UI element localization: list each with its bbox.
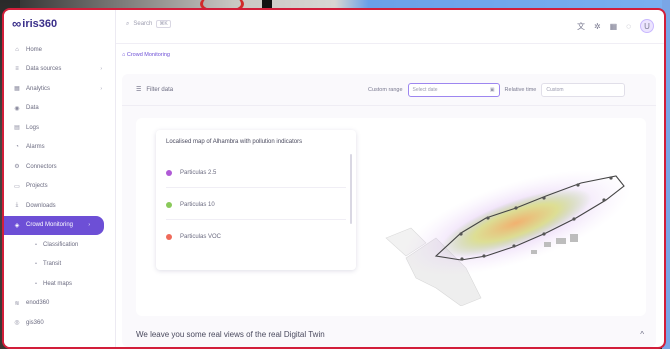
sidebar-item-label: Crowd Monitoring <box>26 222 74 229</box>
sidebar-item-label: Logs <box>26 124 40 131</box>
sidebar-item-alarms[interactable]: ◔ Alarms <box>4 138 116 158</box>
legend-item[interactable]: Particulas VOC <box>166 222 346 252</box>
sidebar-item-label: Home <box>26 46 43 53</box>
sidebar-item-data[interactable]: ◉ Data <box>4 99 116 119</box>
sidebar-item-icon: ◔ <box>15 144 19 151</box>
legend-item-label: Particulas VOC <box>180 234 222 240</box>
sidebar-item-icon: ◈ <box>14 222 20 229</box>
avatar[interactable]: U <box>640 19 654 33</box>
custom-range-label: Custom range <box>368 86 403 93</box>
sidebar-item-icon: • <box>35 261 37 268</box>
breadcrumb-label: Crowd Monitoring <box>126 52 170 58</box>
sidebar-item-label: Projects <box>26 183 48 190</box>
search-placeholder: Search <box>133 21 153 27</box>
sidebar-item-label: Data <box>26 105 39 112</box>
sidebar-item-label: Data sources <box>26 66 62 73</box>
filter-icon: ☰ <box>136 87 142 93</box>
sidebar-item-label: Classification <box>43 241 79 248</box>
sidebar-item-connectors[interactable]: ⚙ Connectors <box>4 157 116 177</box>
translate-icon[interactable]: 文 <box>577 21 585 32</box>
sidebar-item-heat-maps[interactable]: • Heat maps <box>4 274 116 294</box>
search-icon: ⌕ <box>126 20 130 27</box>
legend-item[interactable]: Particulas 2.5 <box>166 158 346 188</box>
sidebar-item-icon: ◎ <box>14 320 20 327</box>
sidebar-item-icon: ▤ <box>14 125 20 132</box>
sidebar-item-analytics[interactable]: ▦ Analytics › <box>4 79 116 99</box>
sidebar-item-icon: • <box>35 280 37 287</box>
sidebar-item-projects[interactable]: ▭ Projects <box>4 177 116 197</box>
legend-title: Localised map of Alhambra with pollution… <box>166 139 303 145</box>
filter-label: Filter data <box>146 86 174 93</box>
digital-twin-section-header[interactable]: We leave you some real views of the real… <box>136 323 656 345</box>
search-shortcut: ⌘K <box>156 20 171 28</box>
calendar-icon: ▣ <box>489 86 495 93</box>
map-card: Localised map of Alhambra with pollution… <box>136 118 646 316</box>
sidebar-item-label: Connectors <box>26 163 57 170</box>
chevron-right-icon: › <box>100 66 102 73</box>
legend-dot <box>166 201 172 208</box>
date-input-placeholder: Select date <box>412 86 438 93</box>
date-input[interactable]: Select date ▣ <box>407 82 500 97</box>
main-content: ☰ Filter data Custom range Select date ▣… <box>122 74 656 347</box>
sidebar-item-logs[interactable]: ▤ Logs <box>4 118 116 138</box>
legend-item-label: Particulas 10 <box>180 201 215 208</box>
breadcrumb[interactable]: ⌂ Crowd Monitoring <box>122 52 170 58</box>
chevron-right-icon: › <box>100 85 102 92</box>
pollution-map[interactable] <box>366 138 636 306</box>
sidebar-item-classification[interactable]: • Classification <box>4 235 116 255</box>
legend-dot <box>166 234 172 240</box>
sidebar-nav: ⌂ Home ≡ Data sources › ▦ Analytics › ◉ Data ▤ Logs… <box>4 40 116 333</box>
sidebar-item-transit[interactable]: • Transit <box>4 255 116 275</box>
relative-time-label: Relative time <box>504 86 537 93</box>
grid-icon[interactable]: ▦ <box>610 22 618 31</box>
sidebar-item-crowd-monitoring[interactable]: ◈ Crowd Monitoring › <box>4 215 104 235</box>
sidebar-item-label: gis360 <box>26 319 44 326</box>
sidebar-item-icon: ▦ <box>14 86 20 93</box>
legend-item[interactable]: Particulas 10 <box>166 190 346 220</box>
sidebar-item-label: Heat maps <box>43 280 73 287</box>
sidebar-item-icon: ⤓ <box>15 202 19 209</box>
date-range-controls: Custom range Select date ▣ Relative time… <box>368 82 626 97</box>
sidebar-item-icon: ≋ <box>14 300 20 307</box>
screen-photo: ∞ iris360 ⌂ Home ≡ Data sources › ▦ Analytics ›… <box>0 0 670 349</box>
sidebar-item-icon: ≡ <box>15 66 19 73</box>
legend-item-label: Particulas 2.5 <box>180 169 217 176</box>
search-box[interactable]: ⌕ Search ⌘K <box>126 20 171 28</box>
logo-mark-icon: ∞ <box>12 16 21 31</box>
legend-dot <box>166 169 172 176</box>
sidebar-item-icon: ⚙ <box>14 164 20 171</box>
app-window: ∞ iris360 ⌂ Home ≡ Data sources › ▦ Analytics ›… <box>2 8 666 349</box>
sidebar-item-icon: ▭ <box>14 183 20 190</box>
sidebar: ∞ iris360 ⌂ Home ≡ Data sources › ▦ Analytics ›… <box>4 10 116 347</box>
bell-icon[interactable]: ◌ <box>626 22 631 31</box>
sidebar-item-enod360[interactable]: ≋ enod360 <box>4 294 116 314</box>
collapse-chevron-icon[interactable]: ^ <box>640 330 644 339</box>
top-icons: 文 ✲ ▦ ◌ U <box>577 19 654 33</box>
sidebar-item-label: enod360 <box>26 300 50 307</box>
logo-text: iris360 <box>22 17 58 30</box>
sidebar-item-gis360[interactable]: ◎ gis360 <box>4 313 116 333</box>
sidebar-item-icon: ⌂ <box>15 46 19 53</box>
legend-scrollbar[interactable] <box>350 154 352 224</box>
logo[interactable]: ∞ iris360 <box>12 16 57 31</box>
topbar: ⌕ Search ⌘K 文 ✲ ▦ ◌ U <box>116 10 664 44</box>
relative-time-select[interactable]: Custom <box>541 82 626 97</box>
sidebar-item-label: Alarms <box>26 144 45 151</box>
sidebar-item-home[interactable]: ⌂ Home <box>4 40 116 60</box>
filter-bar: ☰ Filter data Custom range Select date ▣… <box>122 74 656 106</box>
relative-time-value: Custom <box>546 86 564 93</box>
chevron-right-icon: › <box>88 222 90 229</box>
filter-data-button[interactable]: ☰ Filter data <box>136 86 174 94</box>
settings-icon[interactable]: ✲ <box>594 22 601 31</box>
map-legend: Localised map of Alhambra with pollution… <box>156 130 356 270</box>
sidebar-item-icon: • <box>35 241 37 248</box>
sidebar-item-icon: ◉ <box>14 105 20 112</box>
sidebar-item-label: Transit <box>43 261 62 268</box>
sidebar-item-data-sources[interactable]: ≡ Data sources › <box>4 60 116 80</box>
sidebar-item-label: Downloads <box>26 202 56 209</box>
sidebar-item-downloads[interactable]: ⤓ Downloads <box>4 196 116 216</box>
section-title: We leave you some real views of the real… <box>136 329 325 339</box>
sidebar-item-label: Analytics <box>26 85 51 92</box>
